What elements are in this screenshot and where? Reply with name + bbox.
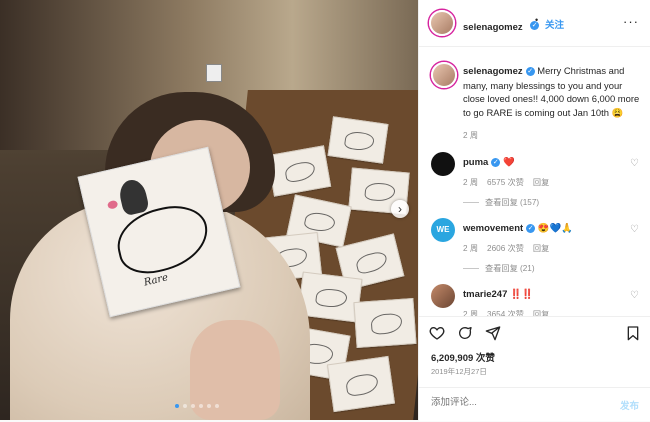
comment-meta: 2 周 6575 次赞 回复 (463, 176, 633, 188)
comment-age: 2 周 (463, 178, 479, 187)
comment-text: ‼️‼️ (509, 288, 534, 299)
heart-icon[interactable]: ♡ (630, 158, 639, 169)
separator-dot: • (535, 15, 539, 25)
post-header: selenagomez ✓ • 关注 ··· (419, 0, 650, 47)
view-replies-button[interactable]: 查看回复 (157) (463, 196, 633, 208)
chevron-right-icon[interactable]: › (391, 200, 409, 218)
comment-body: puma ✓ ❤️ 2 周 6575 次赞 回复 查看回复 (157) (463, 156, 633, 208)
reply-button[interactable]: 回复 (533, 242, 549, 254)
comment-body: wemovement ✓ 😍💙🙏 2 周 2606 次赞 回复 查看回复 (21) (463, 222, 633, 274)
post-comment-button[interactable]: 发布 (620, 398, 639, 412)
avatar[interactable] (431, 62, 457, 88)
header-username[interactable]: selenagomez (463, 22, 523, 33)
avatar[interactable] (431, 284, 455, 308)
comment-input[interactable] (429, 396, 603, 409)
card-bow (106, 199, 119, 210)
comment-username[interactable]: puma (463, 157, 488, 168)
view-replies-button[interactable]: 查看回复 (21) (463, 262, 633, 274)
heart-icon[interactable]: ♡ (630, 224, 639, 235)
comment-age: 2 周 (463, 244, 479, 253)
follow-button[interactable]: 关注 (545, 17, 564, 31)
comment-likes[interactable]: 2606 次赞 (487, 242, 524, 254)
post-actions: 6,209,909 次赞 2019年12月27日 发布 (419, 316, 650, 421)
wall-outlet (206, 64, 222, 82)
verified-icon: ✓ (525, 67, 535, 77)
caption-body: selenagomez ✓ Merry Christmas and many, m… (463, 64, 645, 143)
more-options-icon[interactable]: ··· (623, 14, 639, 29)
share-icon[interactable] (485, 325, 501, 341)
verified-icon: ✓ (491, 158, 501, 168)
add-comment-bar: 发布 (419, 387, 650, 422)
heart-icon[interactable]: ♡ (630, 290, 639, 301)
post-caption: selenagomez ✓ Merry Christmas and many, m… (431, 62, 641, 140)
carousel-dot (207, 404, 211, 408)
carousel-dot (175, 404, 179, 408)
verified-icon: ✓ (526, 224, 536, 234)
comment-meta: 2 周 2606 次赞 回复 (463, 242, 633, 254)
heart-icon[interactable] (429, 325, 445, 341)
signed-card (326, 355, 396, 413)
carousel-dot (191, 404, 195, 408)
card-rare-text: Rare (142, 272, 170, 289)
caption-age: 2 周 (463, 131, 479, 140)
caption-username[interactable]: selenagomez (463, 66, 523, 77)
comment-text: ❤️ (502, 156, 515, 167)
bookmark-icon[interactable] (625, 325, 641, 341)
action-icons (429, 325, 501, 341)
carousel-dots (175, 404, 219, 408)
carousel-dot (199, 404, 203, 408)
comment-likes[interactable]: 6575 次赞 (487, 176, 524, 188)
likes-count[interactable]: 6,209,909 次赞 (431, 350, 495, 364)
post-photo[interactable]: Rare › (0, 0, 418, 420)
card-figure (116, 177, 150, 217)
instagram-post: Rare › selenagomez ✓ • 关注 ··· selenagome… (0, 0, 650, 421)
post-date: 2019年12月27日 (431, 367, 487, 376)
header-username-wrap: selenagomez ✓ (463, 17, 540, 35)
post-side-panel: selenagomez ✓ • 关注 ··· selenagomez ✓ Merr… (418, 0, 650, 421)
comment-username[interactable]: wemovement (463, 223, 523, 234)
avatar[interactable]: WE (431, 218, 455, 242)
carousel-dot (215, 404, 219, 408)
comment-text: 😍💙🙏 (537, 222, 573, 233)
avatar[interactable] (429, 10, 455, 36)
comment-username[interactable]: tmarie247 (463, 289, 507, 300)
comment-icon[interactable] (457, 325, 473, 341)
avatar[interactable] (431, 152, 455, 176)
carousel-dot (183, 404, 187, 408)
reply-button[interactable]: 回复 (533, 176, 549, 188)
signed-card (353, 297, 417, 349)
signed-card (327, 116, 389, 164)
